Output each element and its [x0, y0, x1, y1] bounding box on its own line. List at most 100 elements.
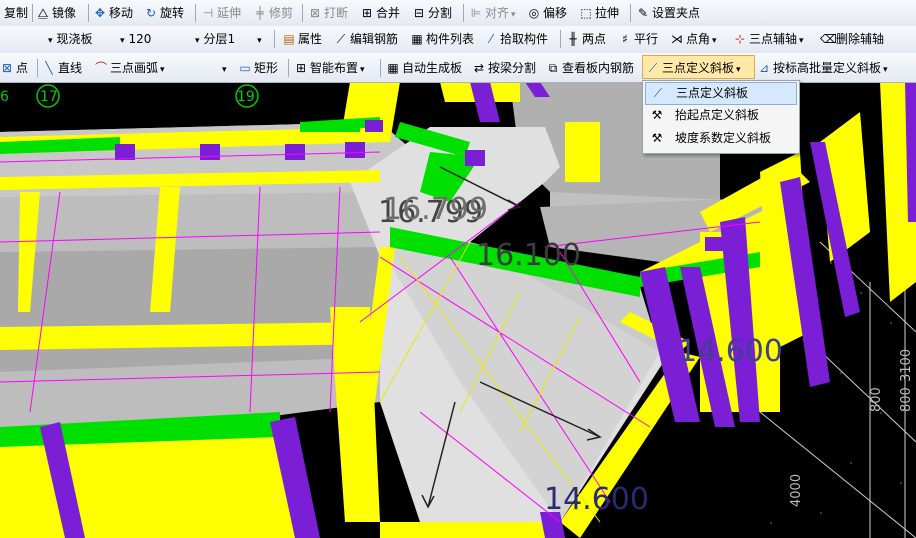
- separator: [88, 4, 89, 22]
- menu-item-label: 坡度系数定义斜板: [675, 131, 772, 145]
- batch-slope-icon: ⊿: [758, 61, 770, 75]
- properties-icon: ▤: [283, 32, 295, 46]
- point-icon: ⊠: [1, 61, 13, 75]
- layer-select[interactable]: ▾ 分层1 ▾: [193, 30, 262, 48]
- thickness-select[interactable]: ▾ 120: [118, 30, 151, 48]
- three-point-axis-button[interactable]: ⊹ 三点辅轴 ▾: [733, 30, 804, 48]
- extend-button[interactable]: ⊣ 延伸: [201, 4, 241, 22]
- two-points-icon: ╫: [569, 32, 577, 46]
- rotate-button[interactable]: ↻ 旋转: [144, 4, 184, 22]
- smart-layout-icon: ⊞: [295, 61, 307, 75]
- slope-icon: ⟋: [648, 61, 658, 75]
- stretch-button[interactable]: ⬚ 拉伸: [579, 4, 619, 22]
- menu-item-three-point-slope[interactable]: ⟋ 三点定义斜板: [645, 82, 797, 105]
- align-icon: ⊫: [470, 6, 482, 20]
- trim-button[interactable]: ╪ 修剪: [253, 4, 293, 22]
- smart-layout-button[interactable]: ⊞ 智能布置 ▾: [294, 59, 365, 77]
- shape-dropdown[interactable]: ▾: [220, 59, 227, 77]
- component-toolbar: ▾ 现浇板 ▾ 120 ▾ 分层1 ▾ ▤ 属性 ⟋ 编辑钢筋 ▦ 构件列表 ⁄ 拾取构件 ╫ 两…: [0, 26, 916, 54]
- edit-rebar-button[interactable]: ⟋ 编辑钢筋: [334, 30, 398, 48]
- delete-axis-button[interactable]: ⌫删除辅轴: [820, 30, 884, 48]
- view-slab-rebar-label: 查看板内钢筋: [562, 61, 635, 75]
- split-by-beam-icon: ⇄: [473, 61, 485, 75]
- batch-elevation-slope-label: 按标高批量定义斜板: [773, 61, 882, 75]
- three-point-arc-button[interactable]: ⌒ 三点画弧 ▾: [94, 59, 165, 77]
- separator: [274, 30, 275, 48]
- pick-component-button[interactable]: ⁄ 拾取构件: [484, 30, 548, 48]
- break-button[interactable]: ⊠ 打断: [308, 4, 348, 22]
- chevron-down-icon: ▾: [257, 36, 262, 46]
- elevation-label-14600-bottom: 14.600: [544, 482, 649, 517]
- separator: [302, 4, 303, 22]
- break-icon: ⊠: [309, 6, 321, 20]
- point-button[interactable]: ⊠ 点: [0, 59, 28, 77]
- merge-icon: ⊞: [361, 6, 373, 20]
- pick-icon: ⁄: [489, 32, 492, 46]
- line-icon: ╲: [45, 61, 53, 75]
- split-by-beam-label: 按梁分割: [488, 61, 537, 75]
- axis-label-6: 6: [0, 89, 9, 105]
- type-select-value: 现浇板: [56, 32, 93, 46]
- dimension-label-800-b: 800: [899, 387, 914, 412]
- merge-button[interactable]: ⊞ 合并: [360, 4, 400, 22]
- edit-rebar-icon: ⟋: [336, 32, 346, 46]
- split-button[interactable]: ⊟ 分割: [412, 4, 452, 22]
- mirror-button[interactable]: ⧋ 镜像: [36, 4, 76, 22]
- menu-item-raise-point-slope[interactable]: ⚒ 抬起点定义斜板: [645, 105, 795, 126]
- arc-icon: ⌒: [94, 61, 107, 75]
- stretch-icon: ⬚: [580, 6, 592, 20]
- offset-button[interactable]: ◎ 偏移: [527, 4, 567, 22]
- view-slab-rebar-button[interactable]: ⧉ 查看板内钢筋: [546, 59, 634, 77]
- point-angle-icon: ⋊: [671, 32, 683, 46]
- move-button[interactable]: ✥ 移动: [93, 4, 133, 22]
- set-grip-button[interactable]: ✎ 设置夹点: [636, 4, 700, 22]
- copy-button[interactable]: 复制: [4, 4, 28, 22]
- extend-label: 延伸: [217, 6, 242, 20]
- layer-select-value: 分层1: [203, 32, 236, 46]
- move-label: 移动: [109, 6, 134, 20]
- split-icon: ⊟: [413, 6, 425, 20]
- auto-generate-slab-button[interactable]: ▦ 自动生成板: [386, 59, 462, 77]
- chevron-down-icon: ▾: [883, 65, 888, 75]
- component-list-button[interactable]: ▦ 构件列表: [410, 30, 474, 48]
- move-icon: ✥: [94, 6, 106, 20]
- rectangle-button[interactable]: ▭ 矩形: [238, 59, 278, 77]
- axis-label-19: 19: [237, 89, 255, 105]
- menu-item-gradient-slope[interactable]: ⚒ 坡度系数定义斜板: [645, 128, 795, 149]
- type-select[interactable]: ▾ 现浇板: [46, 30, 93, 48]
- separator: [37, 59, 38, 77]
- elevation-label-14600-right: 14.600: [678, 334, 783, 369]
- raise-point-icon: ⚒: [651, 108, 663, 122]
- separator: [630, 4, 631, 22]
- line-button[interactable]: ╲ 直线: [42, 59, 82, 77]
- three-point-arc-label: 三点画弧: [110, 61, 159, 75]
- rectangle-icon: ▭: [239, 61, 251, 75]
- edit-rebar-label: 编辑钢筋: [350, 32, 399, 46]
- modify-toolbar: 复制 ⧋ 镜像 ✥ 移动 ↻ 旋转 ⊣ 延伸 ╪ 修剪 ⊠ 打断 ⊞ 合并 ⊟ 分割 ⊫ 对齐 ▾ …: [0, 0, 916, 27]
- point-angle-button[interactable]: ⋊ 点角 ▾: [670, 30, 717, 48]
- rotate-icon: ↻: [145, 6, 157, 20]
- batch-elevation-slope-button[interactable]: ⊿ 按标高批量定义斜板 ▾: [757, 59, 888, 77]
- elevation-label-16799: 16.799: [383, 192, 488, 227]
- dimension-label-3100: 3100: [899, 349, 914, 382]
- align-button[interactable]: ⊫ 对齐 ▾: [469, 4, 516, 22]
- left-slab-face: [0, 247, 380, 372]
- dimension-label-800-a: 800: [869, 387, 884, 412]
- point-angle-label: 点角: [686, 32, 711, 46]
- slope-definition-menu: ⟋ 三点定义斜板 ⚒ 抬起点定义斜板 ⚒ 坡度系数定义斜板: [642, 80, 800, 154]
- split-by-beam-button[interactable]: ⇄ 按梁分割: [472, 59, 536, 77]
- three-point-axis-icon: ⊹: [734, 32, 746, 46]
- separator: [380, 59, 381, 77]
- draw-toolbar: ⊠ 点 ╲ 直线 ⌒ 三点画弧 ▾ ▾ ▭ 矩形 ⊞ 智能布置 ▾ ▦ 自动生成板 ⇄ 按梁分割 …: [0, 53, 916, 83]
- three-point-slope-button[interactable]: ⟋ 三点定义斜板 ▾: [646, 59, 741, 77]
- align-label: 对齐: [485, 6, 510, 20]
- parallel-button[interactable]: ♯ 平行: [618, 30, 658, 48]
- auto-generate-icon: ▦: [387, 61, 399, 75]
- properties-button[interactable]: ▤ 属性: [282, 30, 322, 48]
- offset-icon: ◎: [528, 6, 540, 20]
- set-grip-label: 设置夹点: [652, 6, 701, 20]
- two-points-button[interactable]: ╫ 两点: [566, 30, 606, 48]
- chevron-down-icon: ▾: [799, 36, 804, 46]
- chevron-down-icon: ▾: [222, 65, 227, 75]
- chevron-down-icon: ▾: [511, 10, 516, 20]
